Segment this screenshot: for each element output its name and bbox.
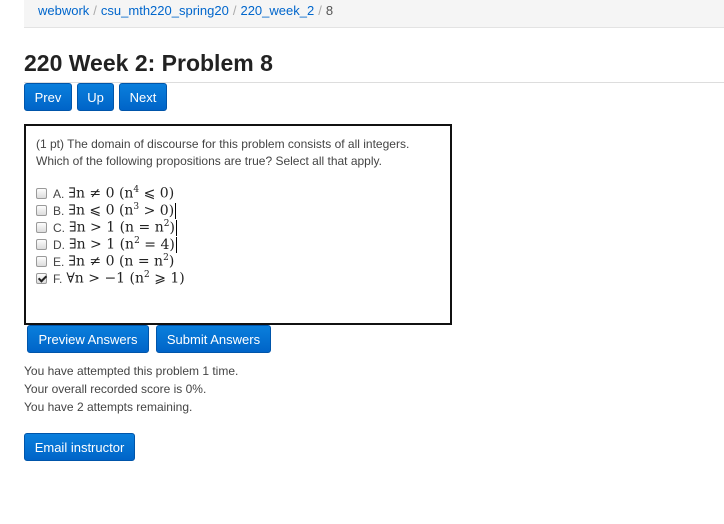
submit-answers-button[interactable]: Submit Answers [156, 325, 271, 353]
answer-option[interactable]: E. ∃n ≠ 0 (n = n2) [36, 253, 440, 270]
option-expression: ∃n ⩽ 0 (n3 > 0) [68, 202, 177, 219]
prev-button[interactable]: Prev [24, 83, 72, 111]
expression-end: = 4) [139, 236, 177, 253]
breadcrumb-link-webwork[interactable]: webwork [38, 3, 89, 18]
expression-end: ⩾ 1) [149, 270, 185, 287]
breadcrumb-separator: / [232, 3, 237, 18]
option-letter: A. [53, 186, 65, 201]
option-expression: ∃n > 1 (n2 = 4) [69, 236, 177, 253]
answer-options: A. ∃n ≠ 0 (n4 ⩽ 0) B. ∃n ⩽ 0 (n3 > 0) C. ∃n >… [36, 185, 440, 287]
option-checkbox[interactable] [36, 256, 47, 267]
expression-start: ∀n > −1 (n [66, 270, 145, 287]
attempts-text: You have attempted this problem 1 time. [24, 364, 239, 378]
answer-option[interactable]: A. ∃n ≠ 0 (n4 ⩽ 0) [36, 185, 440, 202]
expression-exponent: 2 [134, 236, 140, 247]
option-letter: F. [53, 271, 63, 286]
option-expression: ∀n > −1 (n2 ⩾ 1) [66, 270, 184, 287]
breadcrumb-link-set[interactable]: 220_week_2 [240, 3, 314, 18]
problem-prompt-line-2: Which of the following propositions are … [36, 154, 382, 168]
page-title: 220 Week 2: Problem 8 [24, 50, 273, 76]
option-letter: E. [53, 254, 65, 269]
answer-option[interactable]: B. ∃n ⩽ 0 (n3 > 0) [36, 202, 440, 219]
attempt-status: You have attempted this problem 1 time. … [24, 362, 238, 416]
breadcrumb-separator: / [93, 3, 97, 18]
breadcrumb: webwork / csu_mth220_spring20/220_week_2/8 [24, 0, 724, 28]
expression-start: ∃n ≠ 0 (n = n [68, 253, 164, 270]
option-expression: ∃n ≠ 0 (n4 ⩽ 0) [68, 185, 174, 202]
breadcrumb-link-course[interactable]: csu_mth220_spring20 [101, 3, 229, 18]
breadcrumb-current: 8 [325, 3, 334, 18]
expression-end: ⩽ 0) [139, 185, 175, 202]
option-letter: D. [53, 237, 65, 252]
option-expression: ∃n > 1 (n = n2) [69, 219, 177, 236]
expression-start: ∃n > 1 (n = n [69, 219, 164, 236]
expression-end: ) [169, 219, 177, 236]
option-checkbox[interactable] [36, 205, 47, 216]
expression-start: ∃n ≠ 0 (n [68, 185, 134, 202]
answer-option[interactable]: D. ∃n > 1 (n2 = 4) [36, 236, 440, 253]
option-checkbox[interactable] [36, 273, 47, 284]
expression-start: ∃n ⩽ 0 (n [68, 202, 134, 219]
problem-box: (1 pt) The domain of discourse for this … [24, 124, 452, 325]
expression-end: > 0) [139, 202, 177, 219]
option-checkbox[interactable] [36, 222, 47, 233]
breadcrumb-separator: / [318, 3, 322, 18]
score-text: Your overall recorded score is 0%. [24, 382, 207, 396]
expression-end: ) [168, 253, 175, 270]
answer-option[interactable]: F. ∀n > −1 (n2 ⩾ 1) [36, 270, 440, 287]
option-checkbox[interactable] [36, 188, 47, 199]
option-letter: B. [53, 203, 65, 218]
answer-option[interactable]: C. ∃n > 1 (n = n2) [36, 219, 440, 236]
expression-start: ∃n > 1 (n [69, 236, 135, 253]
remaining-text: You have 2 attempts remaining. [24, 400, 193, 414]
problem-prompt-line-1: (1 pt) The domain of discourse for this … [36, 137, 410, 151]
option-checkbox[interactable] [36, 239, 47, 250]
option-expression: ∃n ≠ 0 (n = n2) [68, 253, 174, 270]
problem-prompt: (1 pt) The domain of discourse for this … [36, 136, 440, 170]
email-instructor-button[interactable]: Email instructor [24, 433, 135, 461]
next-button[interactable]: Next [119, 83, 167, 111]
option-letter: C. [53, 220, 65, 235]
up-button[interactable]: Up [77, 83, 114, 111]
preview-answers-button[interactable]: Preview Answers [27, 325, 149, 353]
